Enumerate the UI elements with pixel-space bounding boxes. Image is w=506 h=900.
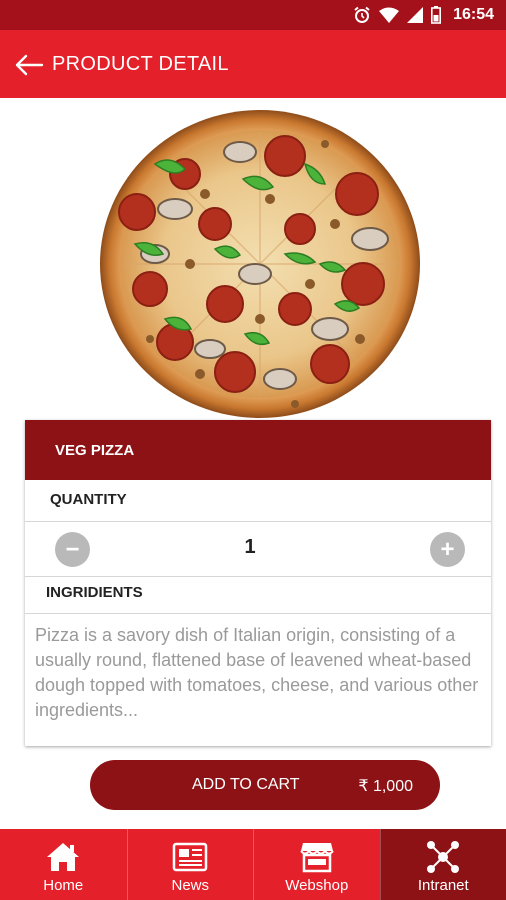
product-description: Pizza is a savory dish of Italian origin… [35, 625, 479, 720]
back-button[interactable] [14, 52, 48, 78]
shop-icon [298, 839, 336, 875]
bottom-navigation: Home News Webshop Intranet [0, 829, 506, 900]
product-name: VEG PIZZA [55, 442, 135, 459]
home-icon [44, 839, 82, 875]
alarm-icon [354, 6, 370, 23]
increment-button[interactable]: + [430, 532, 465, 567]
page-title: PRODUCT DETAIL [52, 53, 229, 75]
nav-item-intranet[interactable]: Intranet [379, 829, 506, 900]
nav-item-home[interactable]: Home [0, 829, 127, 900]
product-card: VEG PIZZA QUANTITY − 1 + INGRIDIENTS Piz… [25, 420, 491, 746]
network-icon [424, 839, 462, 875]
battery-icon [431, 6, 442, 24]
add-to-cart-label: ADD TO CART [192, 776, 300, 793]
decrement-button[interactable]: − [55, 532, 90, 567]
newspaper-icon [171, 839, 209, 875]
nav-label-home: Home [43, 877, 84, 894]
wifi-icon [379, 7, 400, 23]
status-time: 16:54 [453, 6, 494, 23]
ingredients-label: INGRIDIENTS [46, 584, 143, 601]
quantity-value: 1 [244, 536, 256, 558]
nav-item-webshop[interactable]: Webshop [253, 829, 380, 900]
quantity-stepper: − 1 + [25, 522, 491, 576]
status-icons: 16:54 [353, 0, 494, 30]
pizza-image [100, 110, 420, 418]
signal-icon [407, 7, 424, 23]
arrow-left-icon [15, 54, 44, 76]
divider [25, 613, 491, 614]
product-price: ₹ 1,000 [358, 778, 413, 795]
product-header: VEG PIZZA [25, 420, 491, 480]
status-bar: 16:54 [0, 0, 506, 30]
divider [25, 576, 491, 577]
nav-label-webshop: Webshop [285, 877, 349, 894]
nav-label-news: News [171, 877, 209, 894]
product-image [95, 104, 425, 420]
app-bar: PRODUCT DETAIL [0, 30, 506, 98]
add-to-cart-button[interactable]: ADD TO CART ₹ 1,000 [90, 760, 440, 810]
quantity-label: QUANTITY [50, 491, 127, 508]
nav-item-news[interactable]: News [126, 829, 254, 900]
nav-label-intranet: Intranet [417, 877, 469, 894]
